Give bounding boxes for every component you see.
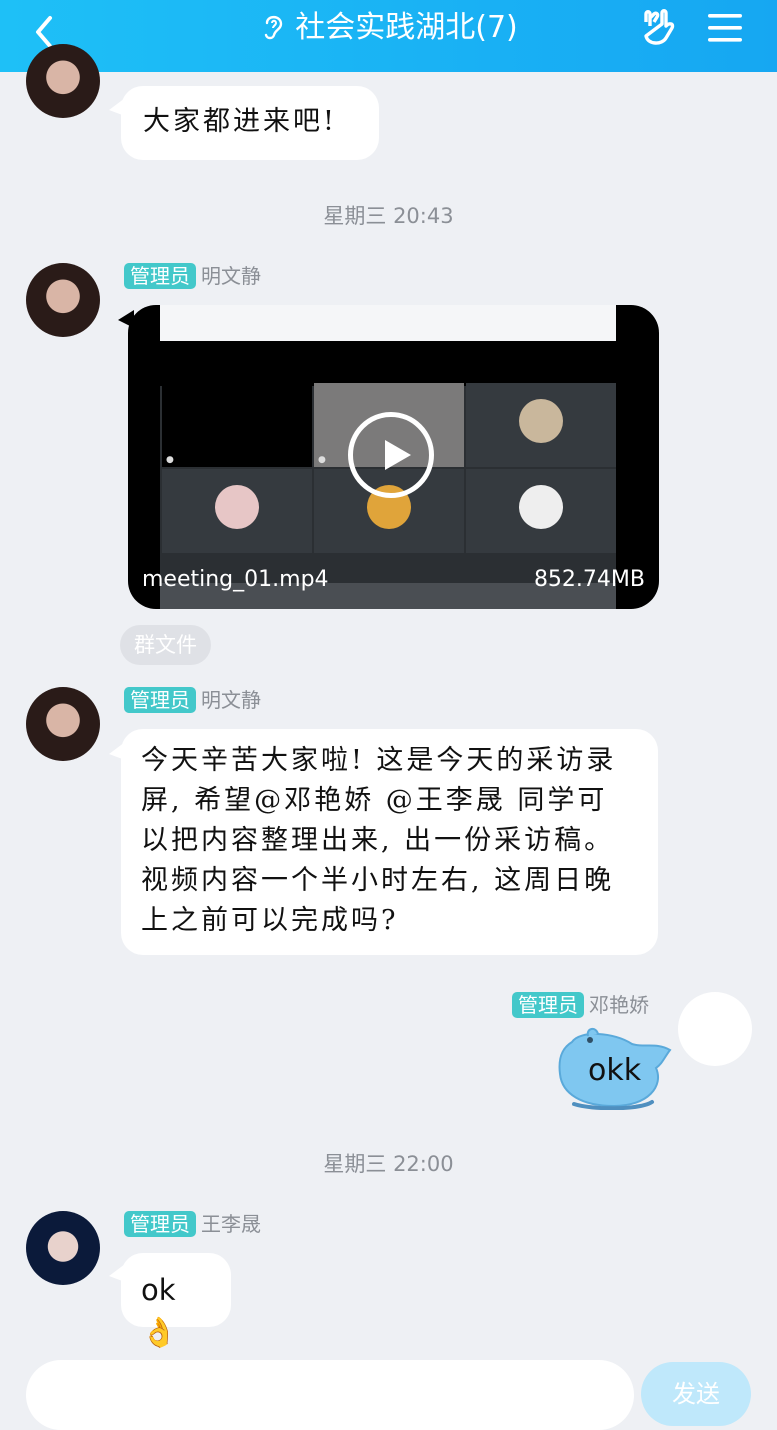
admin-badge: 管理员 [124, 687, 196, 713]
video-message[interactable]: ● ● meeting_01.mp4 852.74MB [128, 305, 659, 609]
chat-header: 社会实践湖北(7) [0, 0, 777, 72]
message-bubble[interactable]: ok👌 [121, 1253, 231, 1349]
message-text: ok👌 [141, 1273, 178, 1349]
participant-avatar [215, 485, 259, 529]
admin-badge: 管理员 [124, 263, 196, 289]
sender-name[interactable]: 明文静 [201, 688, 261, 712]
avatar[interactable] [26, 263, 100, 337]
avatar[interactable] [26, 44, 100, 118]
video-filename: meeting_01.mp4 [142, 567, 329, 592]
message-bubble[interactable]: 大家都进来吧! [121, 86, 379, 160]
participant-tile [466, 383, 616, 467]
recording-bar [160, 341, 616, 386]
participant-label: ● [166, 455, 174, 465]
video-size: 852.74MB [533, 567, 645, 592]
avatar[interactable] [26, 687, 100, 761]
message-line: 今天辛苦大家啦! 这是今天的采访录 [141, 745, 617, 776]
timestamp: 星期三 20:43 [323, 204, 454, 228]
message-text: 大家都进来吧! [143, 106, 337, 137]
group-name: 社会实践湖北(7) [295, 10, 518, 45]
avatar[interactable] [26, 1211, 100, 1285]
menu-icon[interactable] [708, 12, 744, 44]
play-icon[interactable] [348, 412, 434, 498]
participant-tile [162, 469, 312, 553]
participant-tile: ● [162, 383, 312, 467]
message-line: 以把内容整理出来, 出一份采访稿。 [141, 825, 615, 856]
avatar[interactable] [678, 992, 752, 1066]
group-file-tag[interactable]: 群文件 [120, 625, 211, 665]
participant-avatar [519, 399, 563, 443]
message-bubble[interactable]: 今天辛苦大家啦! 这是今天的采访录 屏, 希望@邓艳娇 @王李晟 同学可 以把内… [121, 729, 658, 955]
send-button[interactable]: 发送 [641, 1362, 751, 1426]
participant-label: ● [318, 455, 326, 465]
sender-line: 管理员 明文静 [124, 687, 261, 713]
sender-name[interactable]: 明文静 [201, 264, 261, 288]
hand-gesture-icon[interactable] [638, 8, 682, 48]
admin-badge: 管理员 [124, 1211, 196, 1237]
message-text: okk [588, 1053, 642, 1088]
participant-avatar [519, 485, 563, 529]
participant-tile [466, 469, 616, 553]
sender-line: 管理员 邓艳娇 [512, 992, 649, 1018]
ear-icon [265, 15, 283, 40]
sender-line: 管理员 明文静 [124, 263, 261, 289]
message-line: 上之前可以完成吗? [141, 905, 399, 936]
meeting-titlebar [160, 305, 616, 341]
admin-badge: 管理员 [512, 992, 584, 1018]
timestamp: 星期三 22:00 [323, 1152, 454, 1176]
sender-name[interactable]: 王李晟 [201, 1212, 261, 1236]
sender-name[interactable]: 邓艳娇 [589, 993, 649, 1017]
message-line: 视频内容一个半小时左右, 这周日晚 [141, 865, 615, 896]
sender-line: 管理员 王李晟 [124, 1211, 261, 1237]
message-line: 屏, 希望@邓艳娇 @王李晟 同学可 [141, 785, 608, 816]
